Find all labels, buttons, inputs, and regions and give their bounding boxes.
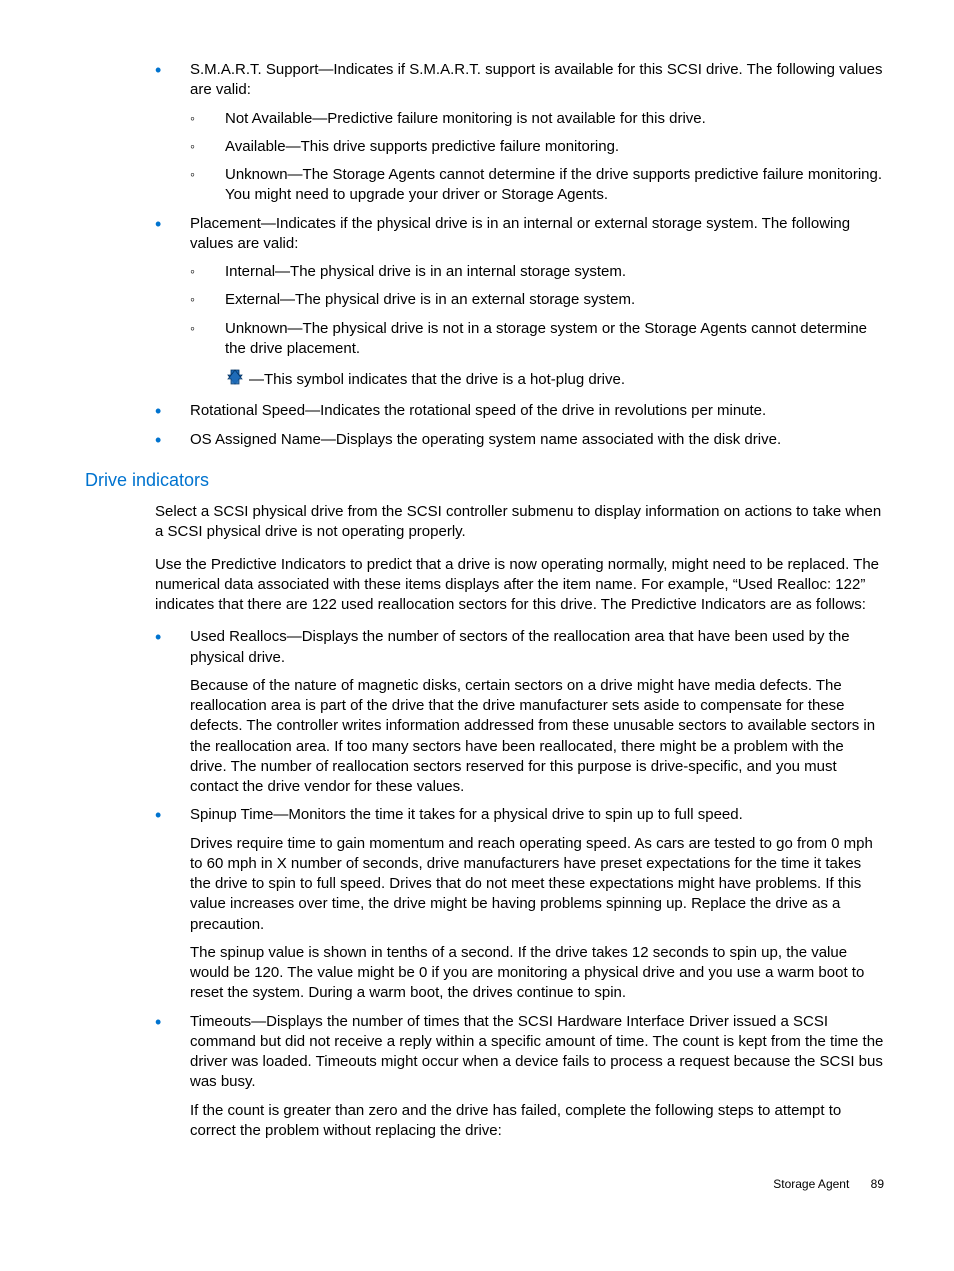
sub-list-item: Internal—The physical drive is in an int… [190,262,884,282]
list-item: Rotational Speed—Indicates the rotationa… [155,401,884,421]
section-heading: Drive indicators [85,468,884,492]
list-text: Spinup Time—Monitors the time it takes f… [190,806,743,823]
page-footer: Storage Agent 89 [85,1176,884,1192]
list-item: S.M.A.R.T. Support—Indicates if S.M.A.R.… [155,60,884,206]
list-text: S.M.A.R.T. Support—Indicates if S.M.A.R.… [190,61,883,98]
list-text: Placement—Indicates if the physical driv… [190,215,850,252]
sub-list-item-hotplug: —This symbol indicates that the drive is… [190,367,884,393]
sub-list: Not Available—Predictive failure monitor… [190,109,884,206]
page-number: 89 [871,1177,884,1191]
sub-list: Internal—The physical drive is in an int… [190,262,884,393]
footer-label: Storage Agent [773,1177,849,1191]
list-item: Used Reallocs—Displays the number of sec… [155,627,884,797]
indicator-bullet-list: Used Reallocs—Displays the number of sec… [85,627,884,1141]
list-item: OS Assigned Name—Displays the operating … [155,430,884,450]
sub-list-item: Unknown—The physical drive is not in a s… [190,319,884,360]
list-text: Timeouts—Displays the number of times th… [190,1013,883,1091]
sub-list-item: External—The physical drive is in an ext… [190,290,884,310]
primary-bullet-list: S.M.A.R.T. Support—Indicates if S.M.A.R.… [85,60,884,450]
sub-list-item: Unknown—The Storage Agents cannot determ… [190,165,884,206]
list-text: Used Reallocs—Displays the number of sec… [190,628,850,665]
list-item: Placement—Indicates if the physical driv… [155,214,884,394]
list-paragraph: Because of the nature of magnetic disks,… [190,676,884,798]
sub-list-item: Available—This drive supports predictive… [190,137,884,157]
list-paragraph: If the count is greater than zero and th… [190,1101,884,1142]
sub-list-item: Not Available—Predictive failure monitor… [190,109,884,129]
body-paragraph: Select a SCSI physical drive from the SC… [85,502,884,543]
list-paragraph: The spinup value is shown in tenths of a… [190,943,884,1004]
list-item: Spinup Time—Monitors the time it takes f… [155,805,884,1003]
hotplug-text: —This symbol indicates that the drive is… [249,371,625,388]
body-paragraph: Use the Predictive Indicators to predict… [85,555,884,616]
hotplug-icon [225,367,245,393]
list-item: Timeouts—Displays the number of times th… [155,1012,884,1142]
list-paragraph: Drives require time to gain momentum and… [190,834,884,935]
